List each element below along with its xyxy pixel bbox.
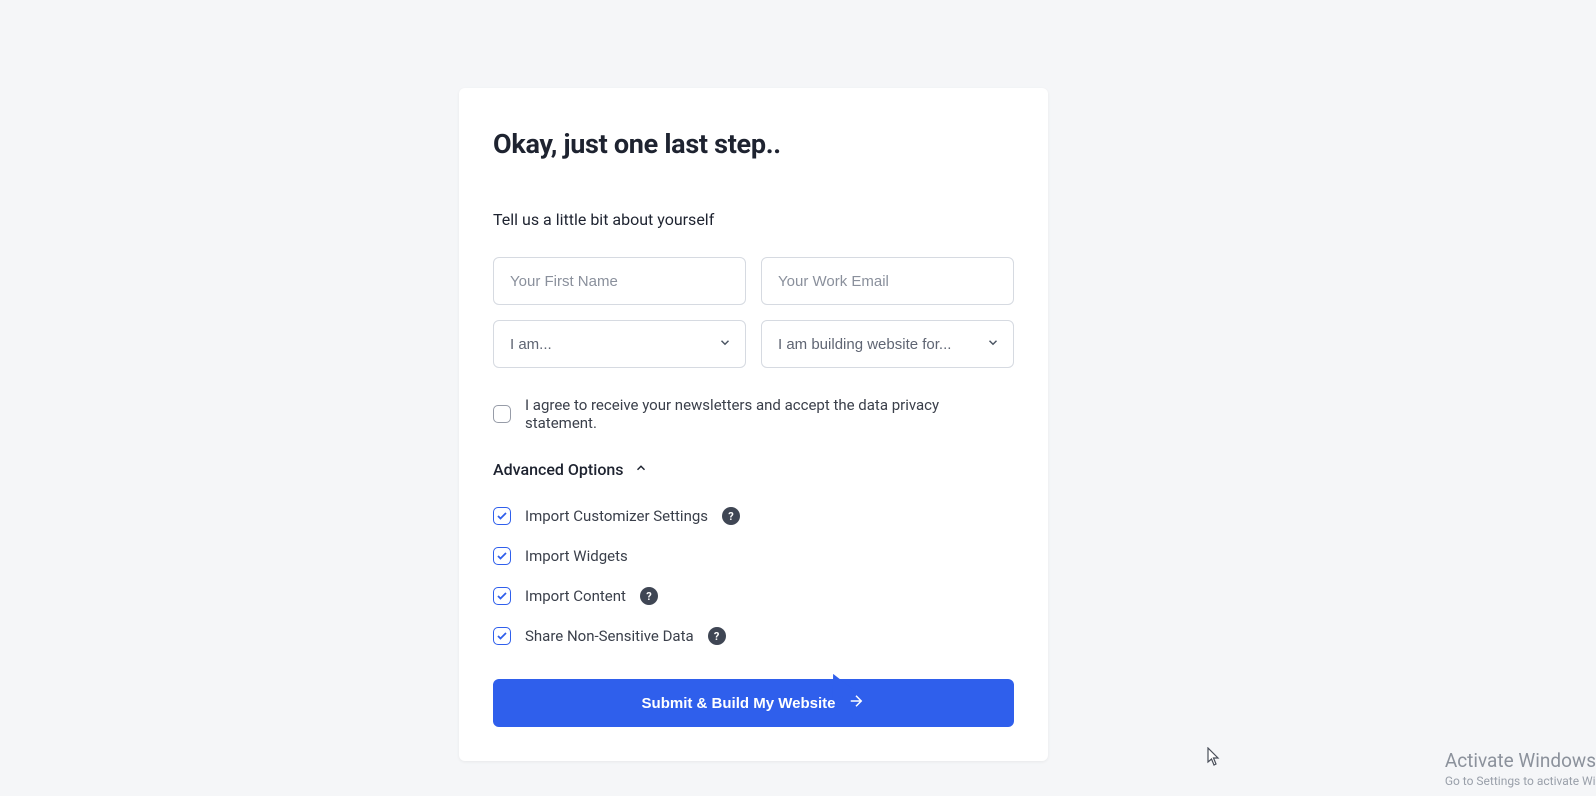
- import-widgets-label: Import Widgets: [525, 547, 628, 565]
- watermark-line1: Activate Windows: [1445, 749, 1596, 772]
- option-share-data: Share Non-Sensitive Data ?: [493, 627, 1014, 645]
- cursor-icon: [1207, 747, 1223, 771]
- advanced-options-toggle[interactable]: Advanced Options: [493, 460, 1014, 479]
- submit-button[interactable]: Submit & Build My Website: [493, 679, 1014, 727]
- import-customizer-label: Import Customizer Settings: [525, 507, 708, 525]
- consent-checkbox[interactable]: [493, 405, 511, 423]
- option-import-widgets: Import Widgets: [493, 547, 1014, 565]
- option-import-customizer: Import Customizer Settings ?: [493, 507, 1014, 525]
- watermark-line2: Go to Settings to activate Wi: [1445, 774, 1596, 788]
- form-subtitle: Tell us a little bit about yourself: [493, 210, 1014, 229]
- building-for-select[interactable]: I am building website for...: [761, 320, 1014, 368]
- option-import-content: Import Content ?: [493, 587, 1014, 605]
- input-row-2: I am... I am building website for...: [493, 320, 1014, 368]
- import-content-checkbox[interactable]: [493, 587, 511, 605]
- share-data-checkbox[interactable]: [493, 627, 511, 645]
- share-data-label: Share Non-Sensitive Data: [525, 627, 694, 645]
- advanced-options-label: Advanced Options: [493, 460, 624, 479]
- page-title: Okay, just one last step..: [493, 128, 1014, 160]
- import-widgets-checkbox[interactable]: [493, 547, 511, 565]
- windows-activation-watermark: Activate Windows Go to Settings to activ…: [1445, 749, 1596, 788]
- import-content-label: Import Content: [525, 587, 626, 605]
- building-for-select-wrap: I am building website for...: [761, 320, 1014, 368]
- consent-row: I agree to receive your newsletters and …: [493, 396, 1014, 432]
- help-icon[interactable]: ?: [708, 627, 726, 645]
- role-select[interactable]: I am...: [493, 320, 746, 368]
- first-name-input[interactable]: [493, 257, 746, 305]
- help-icon[interactable]: ?: [722, 507, 740, 525]
- form-card: Okay, just one last step.. Tell us a lit…: [459, 88, 1048, 761]
- work-email-input[interactable]: [761, 257, 1014, 305]
- import-customizer-checkbox[interactable]: [493, 507, 511, 525]
- chevron-up-icon: [634, 460, 648, 479]
- submit-button-label: Submit & Build My Website: [642, 695, 836, 712]
- consent-label: I agree to receive your newsletters and …: [525, 396, 1014, 432]
- role-select-wrap: I am...: [493, 320, 746, 368]
- help-icon[interactable]: ?: [640, 587, 658, 605]
- input-row-1: [493, 257, 1014, 305]
- arrow-right-icon: [847, 692, 865, 714]
